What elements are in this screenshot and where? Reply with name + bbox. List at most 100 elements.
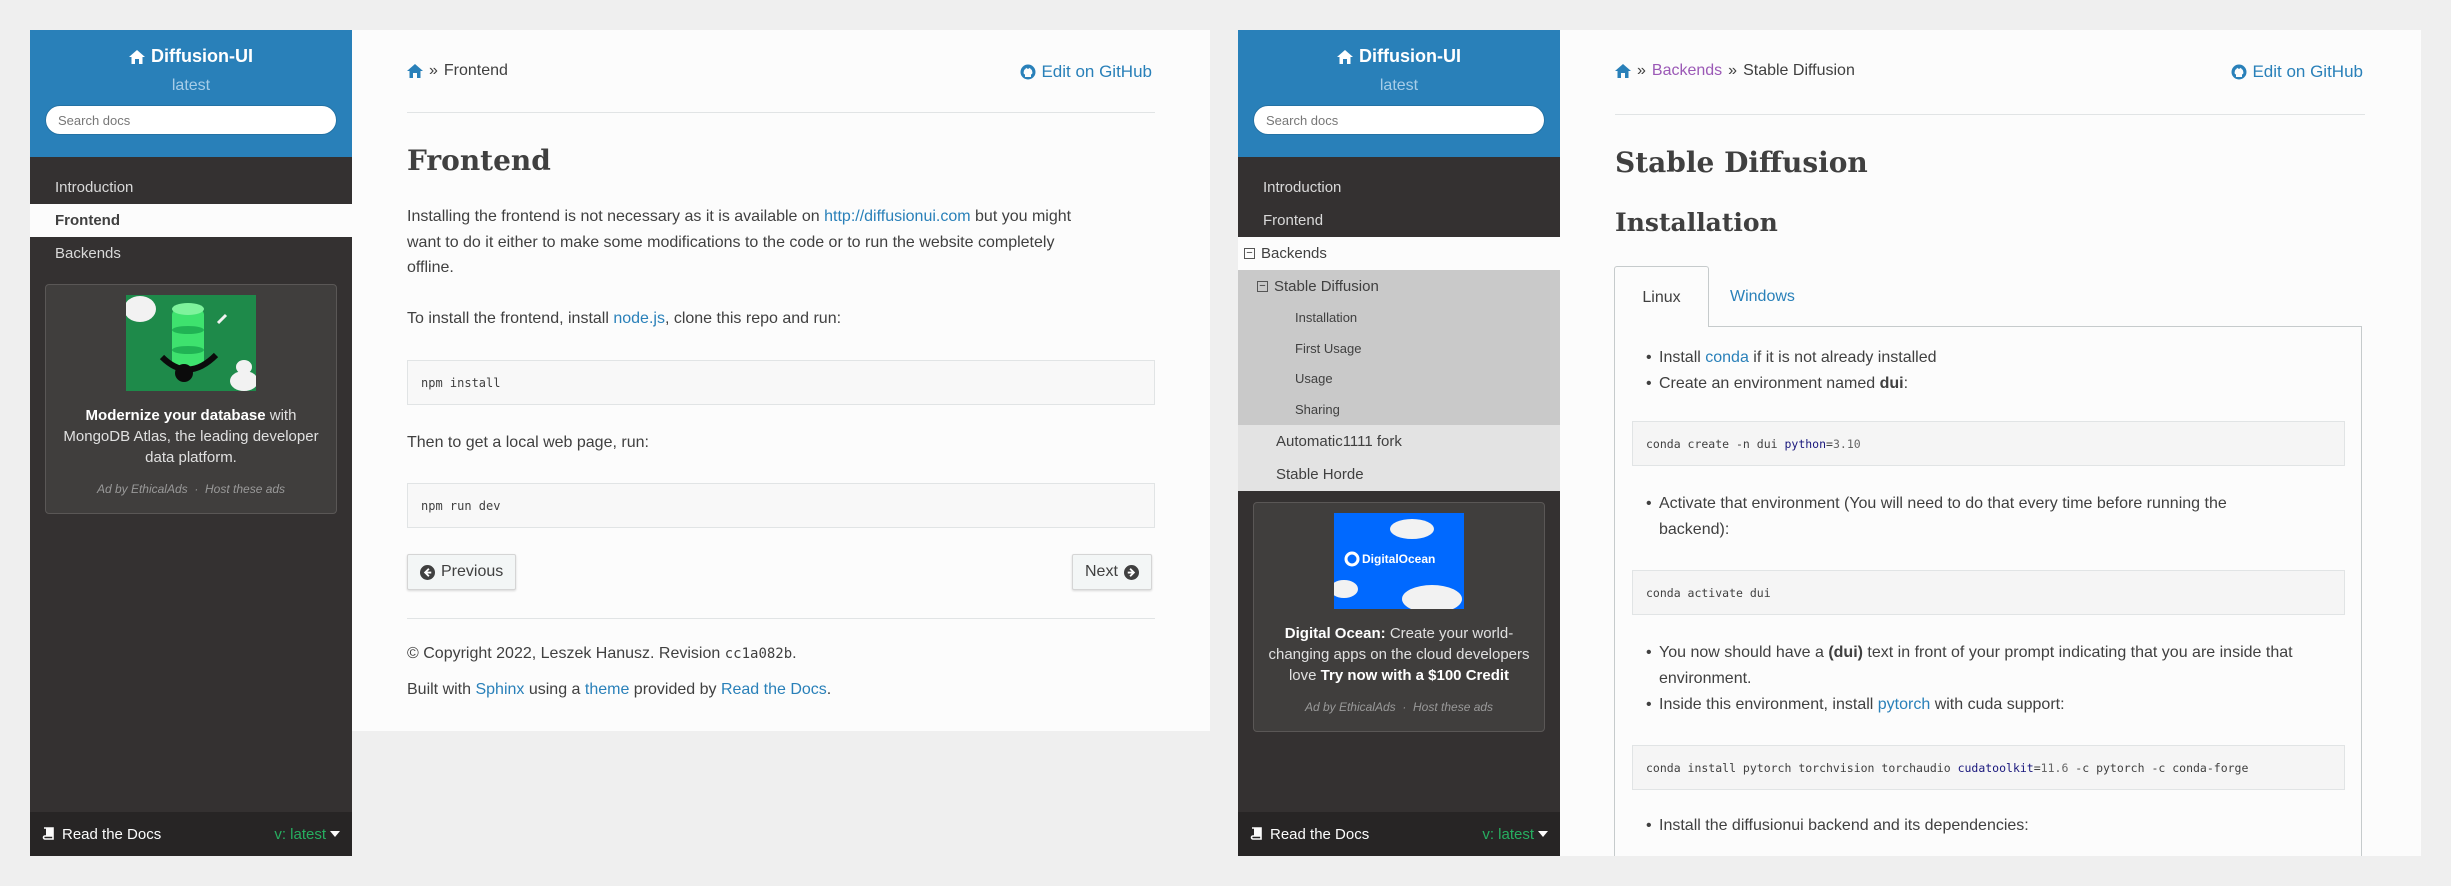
ethical-ad[interactable]: DigitalOcean Digital Ocean: Create your … — [1253, 502, 1545, 732]
tab-linux[interactable]: Linux — [1614, 266, 1709, 327]
list-text: text in front of your prompt indicating … — [1862, 644, 2293, 661]
page-title: Stable Diffusion — [1615, 146, 1868, 179]
code-op: = — [1826, 437, 1833, 451]
ad-logo-text: DigitalOcean — [1362, 552, 1436, 566]
breadcrumb: » Frontend — [407, 62, 508, 80]
rtd-text: Read the Docs — [1270, 825, 1370, 843]
main-content: » Frontend Edit on GitHub Frontend Insta… — [352, 30, 1210, 731]
next-label: Next — [1085, 563, 1118, 580]
list-text: You now should have a — [1659, 644, 1829, 661]
sidebar-item-first-usage[interactable]: First Usage — [1238, 333, 1560, 364]
code-block-npm-run-dev[interactable]: npm run dev — [407, 483, 1155, 528]
search-input[interactable] — [1253, 105, 1545, 135]
code-block-conda-create[interactable]: conda create -n dui python=3.10 — [1632, 421, 2345, 466]
copyright: © Copyright 2022, Leszek Hanusz. Revisio… — [407, 645, 797, 663]
header-divider — [1615, 114, 2365, 115]
list-item: Create an environment named dui: — [1646, 371, 1908, 397]
project-title[interactable]: Diffusion-UI — [1238, 46, 1560, 67]
built-text-b: using a — [524, 681, 585, 698]
list-item: Install conda if it is not already insta… — [1646, 345, 1937, 371]
theme-link[interactable]: theme — [585, 681, 629, 698]
rtd-version-text: v: latest — [274, 825, 326, 843]
previous-button[interactable]: Previous — [407, 554, 517, 590]
ad-text: Digital Ocean: Create your world-changin… — [1254, 609, 1544, 686]
section-title-installation: Installation — [1615, 208, 1778, 237]
breadcrumb-separator: » — [1637, 62, 1646, 79]
book-icon — [42, 827, 54, 840]
ad-image[interactable] — [124, 295, 258, 391]
next-button[interactable]: Next — [1072, 554, 1152, 590]
ad-host-link[interactable]: Host these ads — [1413, 700, 1493, 714]
ad-host-link[interactable]: Host these ads — [205, 482, 285, 496]
code-block-npm-install[interactable]: npm install — [407, 360, 1155, 405]
sidebar-header: Diffusion-UI latest — [1238, 30, 1560, 157]
edit-on-github-text: Edit on GitHub — [2252, 62, 2363, 81]
rtd-version[interactable]: v: latest — [274, 826, 340, 843]
rtd-version[interactable]: v: latest — [1482, 826, 1548, 843]
sidebar-item-backends[interactable]: − Backends — [1238, 237, 1560, 270]
project-title[interactable]: Diffusion-UI — [30, 46, 352, 67]
edit-on-github-link[interactable]: Edit on GitHub — [1020, 62, 1152, 82]
arrow-circle-right-icon — [1123, 564, 1139, 580]
edit-on-github-link[interactable]: Edit on GitHub — [2231, 62, 2363, 82]
code-text: conda install pytorch torchvision torcha… — [1646, 761, 1958, 775]
code-keyword: cudatoolkit — [1957, 761, 2034, 775]
sidebar-item-stable-horde[interactable]: Stable Horde — [1238, 458, 1560, 491]
list-text: Inside this environment, install — [1659, 696, 1878, 713]
rtd-versions-bar[interactable]: Read the Docs v: latest — [1238, 812, 1560, 856]
collapse-icon[interactable]: − — [1244, 248, 1255, 259]
ad-by-link[interactable]: Ad by EthicalAds — [1305, 700, 1396, 714]
sidebar-item-frontend[interactable]: Frontend — [30, 204, 352, 237]
ad-by-link[interactable]: Ad by EthicalAds — [97, 482, 188, 496]
list-text: if it is not already installed — [1748, 349, 1937, 366]
built-text-c: provided by — [629, 681, 721, 698]
breadcrumb-separator: » — [429, 62, 438, 79]
diffusionui-link[interactable]: http://diffusionui.com — [824, 208, 970, 225]
breadcrumb-separator: » — [1728, 62, 1738, 79]
sidebar: Diffusion-UI latest Introduction Fronten… — [30, 30, 352, 856]
sidebar-item-stable-diffusion[interactable]: − Stable Diffusion — [1238, 270, 1560, 303]
caret-down-icon — [1538, 831, 1548, 837]
breadcrumb-backends[interactable]: Backends — [1652, 62, 1722, 80]
sidebar-nav: Introduction Frontend Backends — [30, 171, 352, 270]
home-icon[interactable] — [1615, 64, 1631, 78]
book-icon — [1250, 827, 1262, 840]
home-icon[interactable] — [407, 64, 423, 78]
list-item: Activate that environment (You will need… — [1646, 491, 2349, 542]
sidebar-item-sharing[interactable]: Sharing — [1238, 394, 1560, 425]
code-block-conda-activate[interactable]: conda activate dui — [1632, 570, 2345, 615]
sidebar-item-installation[interactable]: Installation — [1238, 303, 1560, 334]
read-the-docs-link[interactable]: Read the Docs — [721, 681, 827, 698]
mongodb-ad-illustration-icon — [124, 295, 258, 391]
intro-paragraph: Installing the frontend is not necessary… — [407, 204, 1155, 281]
code-op: = — [2033, 761, 2041, 775]
tab-windows[interactable]: Windows — [1730, 266, 1795, 327]
sidebar-item-introduction[interactable]: Introduction — [1238, 171, 1560, 204]
code-number: 3.10 — [1832, 437, 1861, 451]
ad-image[interactable]: DigitalOcean — [1330, 513, 1464, 613]
sidebar-item-automatic1111[interactable]: Automatic1111 fork — [1238, 425, 1560, 458]
sphinx-link[interactable]: Sphinx — [475, 681, 524, 698]
rtd-label: Read the Docs — [1250, 826, 1369, 843]
ethical-ad[interactable]: Modernize your database with MongoDB Atl… — [45, 284, 337, 514]
conda-link[interactable]: conda — [1705, 349, 1749, 366]
sidebar-item-backends[interactable]: Backends — [30, 237, 352, 270]
rtd-versions-bar[interactable]: Read the Docs v: latest — [30, 812, 352, 856]
sidebar-item-label: Stable Diffusion — [1274, 278, 1379, 295]
code-block-conda-install-pytorch[interactable]: conda install pytorch torchvision torcha… — [1632, 745, 2345, 790]
ad-bold: Modernize your database — [85, 407, 266, 424]
rtd-text: Read the Docs — [62, 825, 162, 843]
sidebar-item-introduction[interactable]: Introduction — [30, 171, 352, 204]
pytorch-link[interactable]: pytorch — [1878, 696, 1930, 713]
search-input[interactable] — [45, 105, 337, 135]
collapse-icon[interactable]: − — [1257, 281, 1268, 292]
version-label: latest — [171, 77, 211, 94]
sidebar-item-usage[interactable]: Usage — [1238, 364, 1560, 395]
install-paragraph: To install the frontend, install node.js… — [407, 306, 841, 332]
project-name: Diffusion-UI — [1359, 46, 1461, 66]
github-icon — [2231, 64, 2247, 80]
sidebar-item-frontend[interactable]: Frontend — [1238, 204, 1560, 237]
rtd-label: Read the Docs — [42, 826, 161, 843]
page-title: Frontend — [407, 144, 551, 177]
nodejs-link[interactable]: node.js — [613, 310, 665, 327]
